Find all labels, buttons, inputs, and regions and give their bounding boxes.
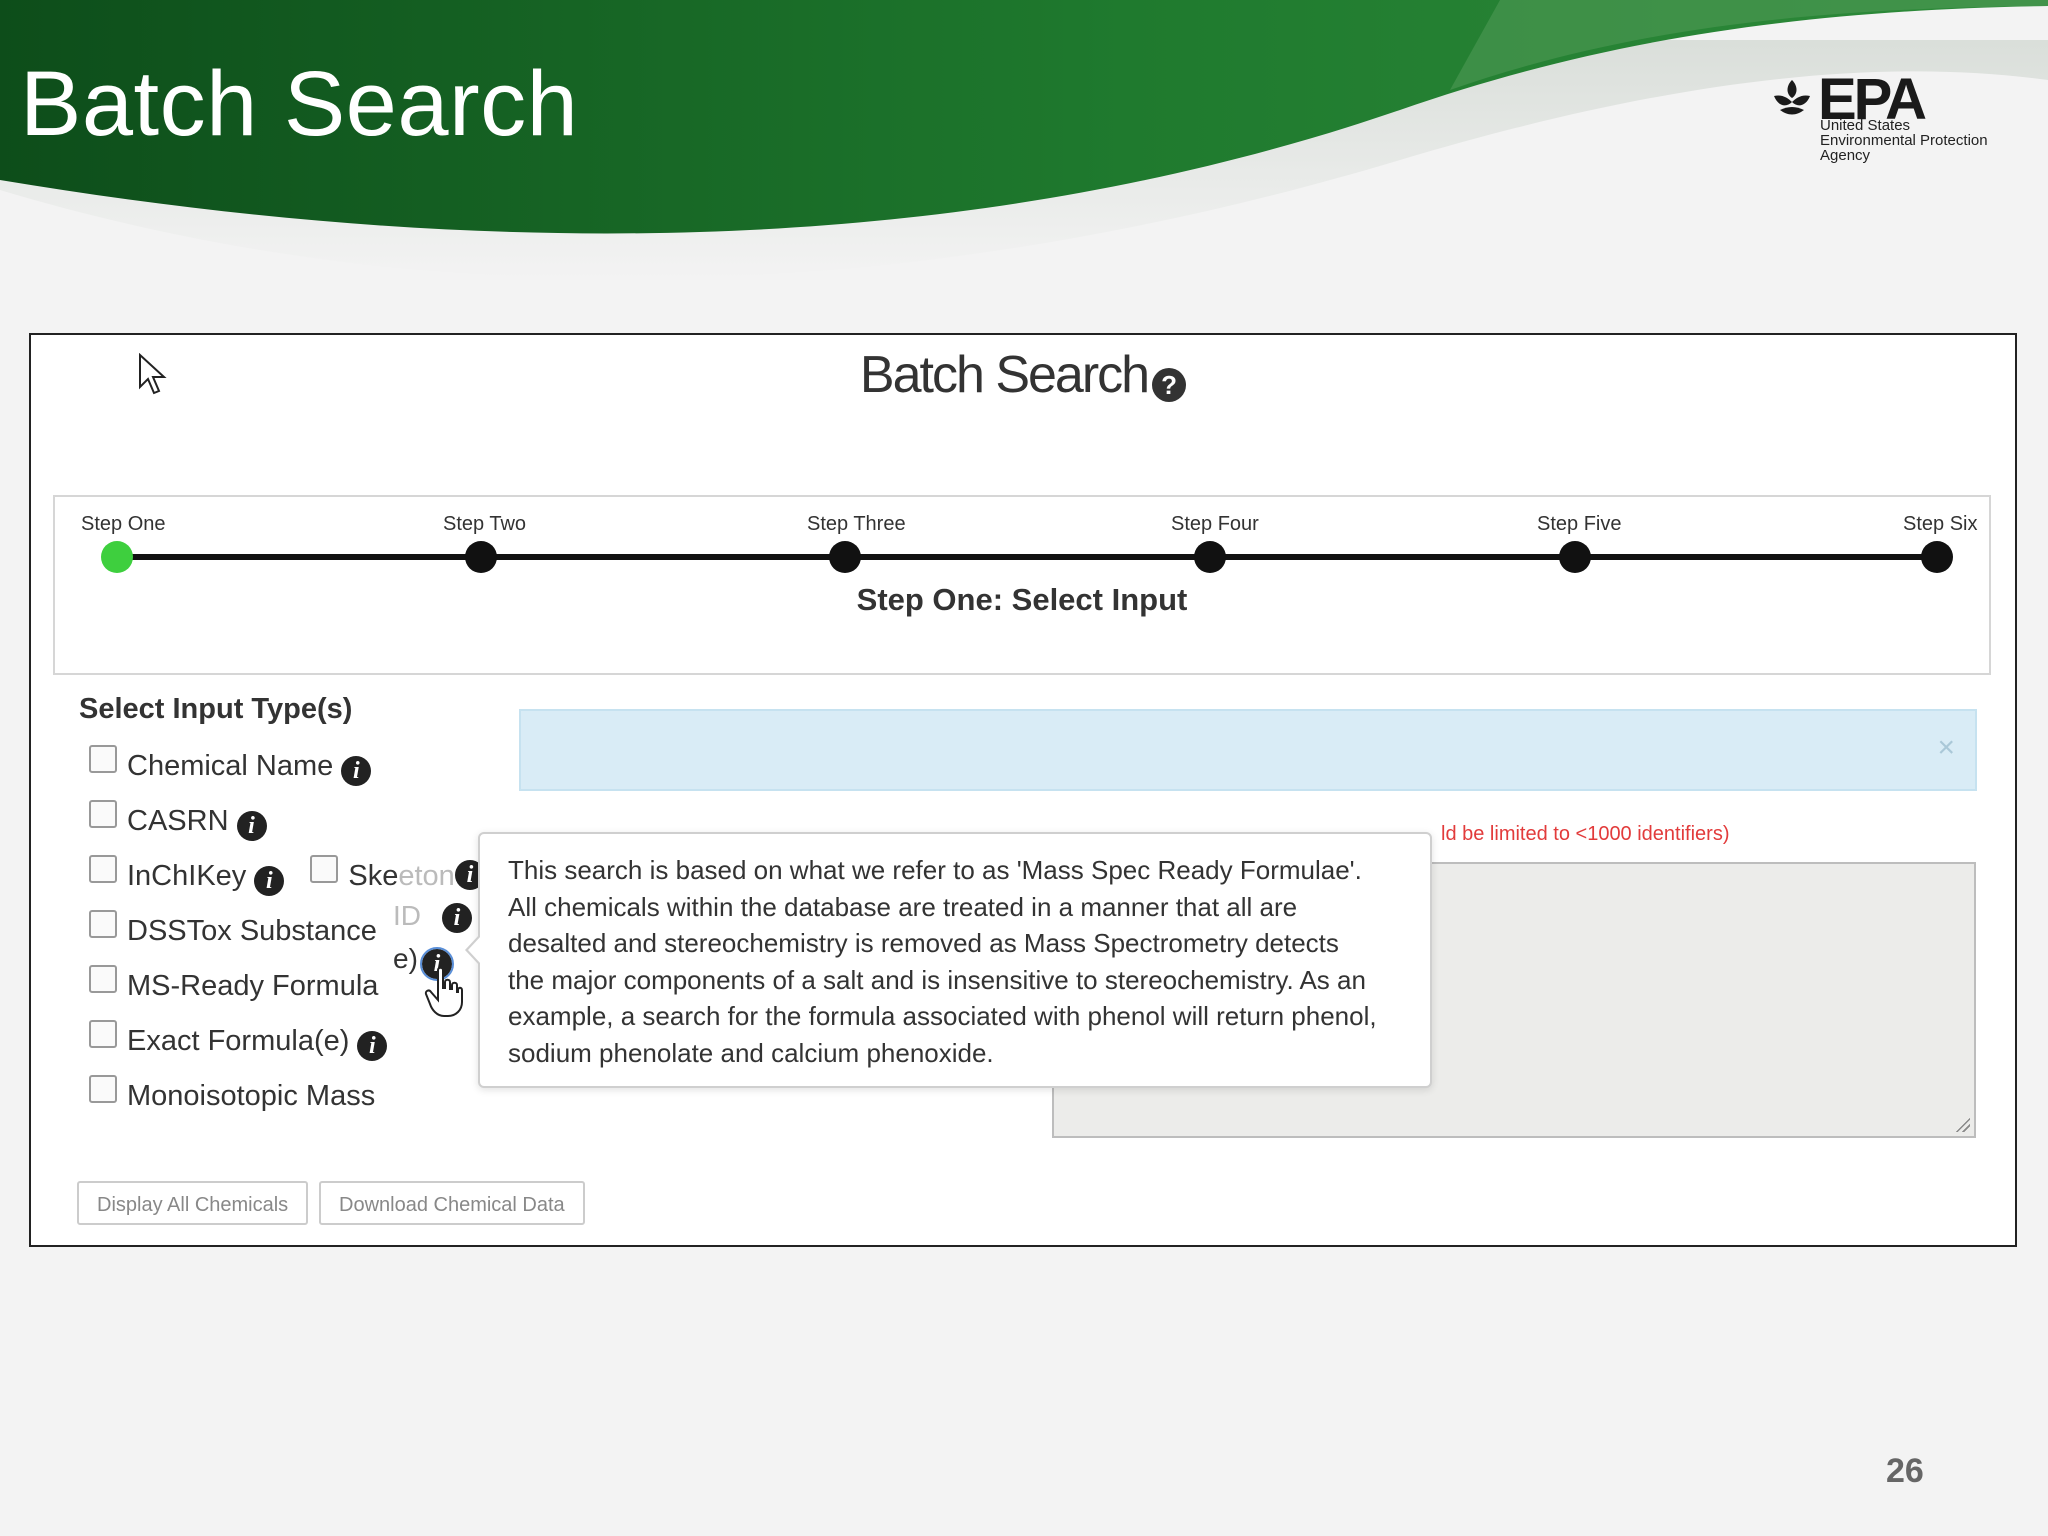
step-label[interactable]: Step Five bbox=[1537, 513, 1621, 536]
tooltip-line: the major components of a salt and is in… bbox=[508, 964, 1366, 995]
info-icon[interactable]: i bbox=[357, 1031, 388, 1061]
input-types-heading: Select Input Type(s) bbox=[79, 693, 353, 725]
input-type-monoisotopic-mass[interactable]: Monoisotopic Mass bbox=[89, 1075, 375, 1113]
epa-logo: EPA United States Environmental Protecti… bbox=[1770, 67, 2010, 170]
download-chemical-data-button[interactable]: Download Chemical Data bbox=[319, 1181, 585, 1225]
close-icon[interactable]: × bbox=[1937, 731, 1955, 765]
checkbox[interactable] bbox=[89, 855, 117, 883]
arrow-cursor-icon bbox=[139, 353, 167, 395]
fragment-text: e) bbox=[393, 943, 418, 974]
identifier-limit-note: ld be limited to <1000 identifiers) bbox=[1441, 823, 1730, 845]
checkbox-label: Monoisotopic Mass bbox=[127, 1080, 376, 1112]
checkbox-label: MS-Ready Formula bbox=[127, 970, 379, 1002]
info-icon[interactable]: i bbox=[236, 811, 267, 841]
checkbox-label: InChIKey bbox=[127, 860, 247, 892]
step-label[interactable]: Step One bbox=[81, 513, 166, 536]
tooltip-line: example, a search for the formula associ… bbox=[508, 1001, 1377, 1031]
checkbox[interactable] bbox=[89, 800, 117, 828]
step-label[interactable]: Step Two bbox=[443, 513, 526, 536]
help-icon[interactable]: ? bbox=[1152, 368, 1187, 402]
resize-handle-icon[interactable] bbox=[1954, 1116, 1970, 1132]
app-title-text: Batch Search bbox=[859, 346, 1150, 404]
app-title: Batch Search? bbox=[31, 345, 2015, 405]
skeleton-label: Ske bbox=[348, 860, 399, 892]
step-label[interactable]: Step Six bbox=[1903, 513, 1977, 536]
batch-search-app: Batch Search? Step One Step Two Step Thr… bbox=[29, 333, 2017, 1247]
info-icon[interactable]: i bbox=[341, 756, 372, 786]
checkbox[interactable] bbox=[89, 965, 117, 993]
epa-flower-icon bbox=[1774, 80, 1810, 115]
tooltip-line: This search is based on what we refer to… bbox=[508, 855, 1362, 885]
step-label[interactable]: Step Three bbox=[807, 513, 906, 536]
checkbox[interactable] bbox=[89, 1075, 117, 1103]
checkbox-label: CASRN bbox=[127, 805, 229, 837]
input-type-inchikey[interactable]: InChIKey i Skeeton bbox=[89, 855, 455, 896]
checkbox-label: Chemical Name bbox=[127, 750, 334, 782]
info-icon[interactable]: i bbox=[254, 866, 285, 896]
epa-agency-name: United States Environmental Protection A… bbox=[1820, 118, 2020, 163]
agency-line: United States bbox=[1820, 117, 1911, 134]
input-type-casrn[interactable]: CASRN i bbox=[89, 800, 267, 841]
hand-cursor-icon bbox=[424, 966, 463, 1017]
display-all-chemicals-button[interactable]: Display All Chemicals bbox=[77, 1181, 309, 1225]
step-track bbox=[117, 554, 1929, 560]
checkbox[interactable] bbox=[89, 1020, 117, 1048]
checkbox-skeleton[interactable] bbox=[310, 855, 339, 883]
step-dot[interactable] bbox=[1921, 541, 1953, 573]
step-dot-active[interactable] bbox=[101, 541, 133, 573]
step-dot[interactable] bbox=[1559, 541, 1591, 573]
step-progress: Step One Step Two Step Three Step Four S… bbox=[53, 495, 1991, 675]
tooltip-arrow-inner bbox=[468, 936, 481, 964]
info-icon-dsstox[interactable]: i bbox=[442, 903, 472, 933]
agency-line: Environmental Protection bbox=[1820, 132, 1988, 149]
tooltip-line: sodium phenolate and calcium phenoxide. bbox=[508, 1037, 994, 1068]
alert-banner: × bbox=[519, 709, 1977, 791]
step-dot[interactable] bbox=[829, 541, 861, 573]
step-heading: Step One: Select Input bbox=[856, 582, 1188, 617]
ms-ready-tooltip: This search is based on what we refer to… bbox=[465, 832, 1432, 1088]
tooltip-line: desalted and stereochemistry is removed … bbox=[508, 928, 1339, 958]
tooltip-line: All chemicals within the database are tr… bbox=[508, 891, 1298, 922]
checkbox-label: Exact Formula(e) bbox=[127, 1025, 350, 1057]
slide-title: Batch Search bbox=[20, 53, 579, 155]
agency-line: Agency bbox=[1820, 147, 1871, 164]
input-type-ms-ready-formula[interactable]: MS-Ready Formula bbox=[89, 965, 378, 1003]
dsstox-id-fragment: ID bbox=[393, 900, 421, 931]
checkbox[interactable] bbox=[89, 745, 117, 773]
input-type-dsstox[interactable]: DSSTox Substance bbox=[89, 910, 377, 948]
page-number: 26 bbox=[1886, 1452, 1924, 1490]
step-dot[interactable] bbox=[1194, 541, 1226, 573]
checkbox[interactable] bbox=[89, 910, 117, 938]
step-dot[interactable] bbox=[465, 541, 497, 573]
input-type-exact-formula[interactable]: Exact Formula(e) i bbox=[89, 1020, 388, 1061]
checkbox-label: DSSTox Substance bbox=[127, 915, 377, 947]
input-type-chemical-name[interactable]: Chemical Name i bbox=[89, 745, 372, 786]
skeleton-label-faded: eton bbox=[398, 860, 455, 892]
step-label[interactable]: Step Four bbox=[1171, 513, 1259, 536]
